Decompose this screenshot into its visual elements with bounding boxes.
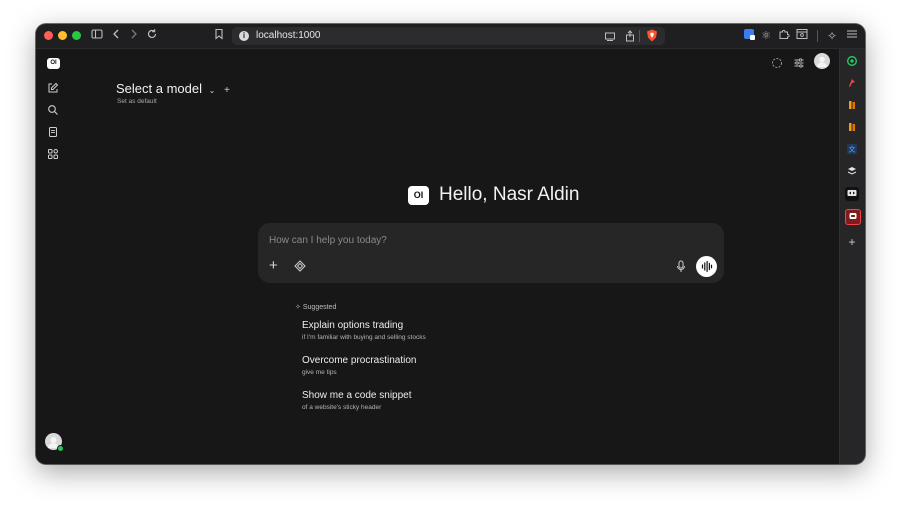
url-text: localhost:1000 [256,30,321,41]
browser-window: i localhost:1000 ⚛ ✧ OI Select a model ⌄… [36,24,865,464]
maximize-window-button[interactable] [72,31,81,40]
suggested-label: Suggested [302,304,337,311]
back-icon[interactable] [110,28,122,44]
browser-side-panel: 文 + [839,49,865,464]
suggestion-item[interactable]: Overcome procrastination give me tips [302,355,417,376]
temporary-chat-icon[interactable] [771,56,783,74]
sparkle-icon: ✧ [295,304,301,311]
user-avatar[interactable] [45,433,64,452]
suggestion-item[interactable]: Show me a code snippet of a website's st… [302,390,412,411]
add-model-button[interactable]: + [224,85,230,96]
new-chat-icon[interactable] [47,81,61,95]
red-app-icon[interactable] [845,77,859,91]
chat-input-box: + [258,223,724,283]
sidebar-toggle-icon[interactable] [90,28,104,44]
site-info-icon[interactable]: i [239,31,249,41]
urlbar-divider [639,30,640,42]
active-app-icon[interactable] [845,209,861,225]
tab-search-icon[interactable] [795,28,809,44]
app-icon-1[interactable] [845,165,859,179]
extension-badge-icon[interactable] [742,28,756,44]
bookmark-app-icon-2[interactable] [845,121,859,135]
suggestion-item[interactable]: Explain options trading if I'm familiar … [302,320,426,341]
toolbar-divider [817,30,818,42]
app-sidebar: OI [36,49,72,464]
share-icon[interactable] [624,29,636,47]
cast-icon[interactable] [604,29,616,47]
forward-icon[interactable] [128,28,140,44]
suggested-heading: ✧ Suggested [295,303,336,311]
translate-icon[interactable]: 文 [845,143,859,157]
reload-icon[interactable] [145,28,159,44]
suggestion-title: Overcome procrastination [302,355,417,366]
address-bar[interactable]: i localhost:1000 [232,27,665,45]
set-as-default-link[interactable]: Set as default [117,98,157,105]
suggestion-title: Explain options trading [302,320,404,331]
extensions-puzzle-icon[interactable] [777,28,791,44]
suggestion-subtitle: if I'm familiar with buying and selling … [302,334,426,341]
add-panel-button[interactable]: + [845,235,859,249]
search-icon[interactable] [47,103,61,117]
main-content: Select a model ⌄ + Set as default OI Hel… [72,49,839,464]
leo-ai-icon[interactable]: ✧ [825,28,839,44]
voice-mode-button[interactable] [696,256,717,277]
greeting-logo: OI [408,186,429,205]
browser-toolbar: i localhost:1000 ⚛ ✧ [36,24,865,49]
app-logo[interactable]: OI [47,58,60,69]
chevron-down-icon: ⌄ [208,86,216,95]
greeting-heading: Hello, Nasr Aldin [439,184,580,205]
bookmark-app-icon[interactable] [845,99,859,113]
close-window-button[interactable] [44,31,53,40]
svg-text:文: 文 [849,145,856,154]
notes-icon[interactable] [47,125,61,139]
brave-shields-icon[interactable] [646,29,658,47]
profile-avatar[interactable] [814,53,830,69]
whatsapp-icon[interactable] [845,55,859,69]
workspace-icon[interactable] [47,147,61,161]
suggestion-title: Show me a code snippet [302,390,412,401]
app-icon-2[interactable] [845,187,859,201]
bookmark-icon[interactable] [213,28,225,44]
model-selector[interactable]: Select a model ⌄ + [116,81,230,96]
attach-plus-button[interactable]: + [269,258,278,273]
tools-icon[interactable] [294,260,306,274]
react-devtools-icon[interactable]: ⚛ [759,28,773,44]
model-selector-label: Select a model [116,81,202,96]
online-status-dot [57,445,64,452]
suggestion-subtitle: give me tips [302,369,337,376]
menu-icon[interactable] [845,28,859,44]
chat-input[interactable] [269,231,649,249]
minimize-window-button[interactable] [58,31,67,40]
microphone-icon[interactable] [676,260,686,275]
suggestion-subtitle: of a website's sticky header [302,404,382,411]
controls-sliders-icon[interactable] [793,56,805,74]
